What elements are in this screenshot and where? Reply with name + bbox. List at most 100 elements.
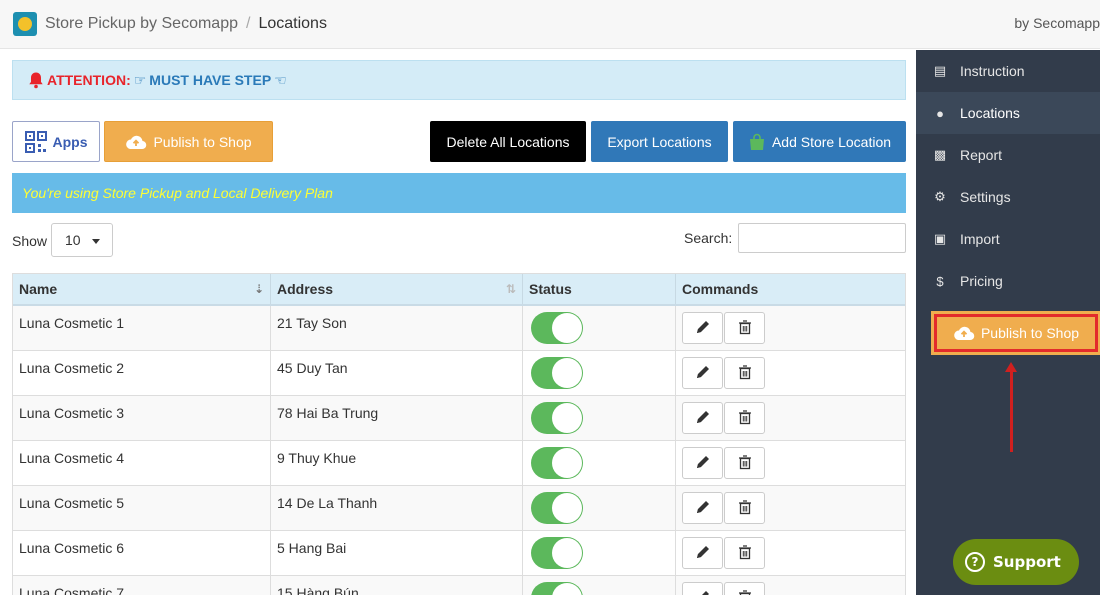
delete-button[interactable]	[724, 312, 765, 344]
sidebar-item-label: Report	[960, 147, 1003, 163]
pencil-icon	[695, 319, 711, 338]
location-name: Luna Cosmetic 4	[13, 441, 271, 485]
caret-down-icon	[92, 239, 100, 244]
publish-to-shop-button[interactable]: Publish to Shop	[104, 121, 273, 162]
column-header-commands: Commands	[682, 281, 759, 297]
column-header-status: Status	[523, 274, 676, 304]
show-label: Show	[12, 233, 48, 249]
status-toggle[interactable]	[531, 447, 583, 479]
sort-ascending-icon: ⇣	[253, 282, 264, 296]
developer-link[interactable]: by Secomapp	[1014, 15, 1100, 31]
sidebar-item-label: Locations	[960, 105, 1020, 121]
apps-button[interactable]: Apps	[12, 121, 100, 162]
edit-button[interactable]	[682, 492, 723, 524]
location-name: Luna Cosmetic 7	[13, 576, 271, 595]
status-cell	[523, 441, 676, 485]
delete-button[interactable]	[724, 447, 765, 479]
gear-icon: ⚙	[934, 189, 946, 204]
delete-button[interactable]	[724, 357, 765, 389]
pointing-right-icon: ☞	[133, 71, 147, 88]
page-size-value: 10	[65, 232, 81, 248]
sidebar: ▤ Instruction ● Locations ▩ Report ⚙ Settings ▣ I…	[916, 50, 1100, 595]
sidebar-publish-to-shop-button[interactable]: Publish to Shop	[931, 311, 1100, 355]
sidebar-item-instruction[interactable]: ▤ Instruction	[916, 50, 1100, 92]
locations-table: Name ⇣ Address ⇅ Status Commands Luna Co…	[12, 273, 906, 595]
support-button[interactable]: ? Support	[953, 539, 1079, 585]
trash-icon	[737, 589, 753, 595]
location-address: 5 Hang Bai	[271, 531, 523, 575]
commands-cell	[676, 396, 905, 440]
red-arrow-annotation	[1005, 362, 1017, 452]
delete-button[interactable]	[724, 537, 765, 569]
status-toggle[interactable]	[531, 357, 583, 389]
sidebar-item-report[interactable]: ▩ Report	[916, 134, 1100, 176]
location-address: 21 Tay Son	[271, 306, 523, 350]
sidebar-item-label: Pricing	[960, 273, 1003, 289]
breadcrumb-separator: /	[246, 15, 251, 32]
delete-button[interactable]	[724, 492, 765, 524]
table-row: Luna Cosmetic 5 14 De La Thanh	[13, 486, 905, 531]
status-toggle[interactable]	[531, 537, 583, 569]
status-toggle[interactable]	[531, 492, 583, 524]
trash-icon	[737, 364, 753, 383]
commands-cell	[676, 306, 905, 350]
folder-open-icon: ▣	[933, 231, 947, 246]
pencil-icon	[695, 364, 711, 383]
sidebar-item-locations[interactable]: ● Locations	[916, 92, 1100, 134]
location-name: Luna Cosmetic 2	[13, 351, 271, 395]
page-size-select[interactable]: 10	[51, 223, 113, 257]
location-address: 9 Thuy Khue	[271, 441, 523, 485]
sidebar-publish-label: Publish to Shop	[980, 325, 1080, 341]
support-label: Support	[993, 553, 1061, 571]
sidebar-item-settings[interactable]: ⚙ Settings	[916, 176, 1100, 218]
add-store-location-button[interactable]: Add Store Location	[733, 121, 906, 162]
trash-icon	[737, 409, 753, 428]
commands-cell	[676, 531, 905, 575]
edit-button[interactable]	[682, 537, 723, 569]
trash-icon	[737, 319, 753, 338]
location-address: 78 Hai Ba Trung	[271, 396, 523, 440]
status-toggle[interactable]	[531, 312, 583, 344]
sidebar-item-label: Settings	[960, 189, 1011, 205]
edit-button[interactable]	[682, 582, 723, 595]
export-locations-button[interactable]: Export Locations	[591, 121, 728, 162]
location-name: Luna Cosmetic 5	[13, 486, 271, 530]
attention-banner: ATTENTION: ☞ MUST HAVE STEP ☜	[12, 60, 906, 100]
bar-chart-icon: ▩	[933, 147, 947, 162]
table-row: Luna Cosmetic 2 45 Duy Tan	[13, 351, 905, 396]
delete-button[interactable]	[724, 582, 765, 595]
shopping-bag-icon	[749, 133, 764, 150]
commands-cell	[676, 441, 905, 485]
pointing-left-icon: ☜	[274, 71, 287, 88]
column-header-name[interactable]: Name ⇣	[13, 274, 271, 304]
qr-grid-icon	[24, 130, 47, 153]
map-marker-icon: ●	[936, 105, 944, 121]
location-address: 15 Hàng Bún	[271, 576, 523, 595]
table-row: Luna Cosmetic 3 78 Hai Ba Trung	[13, 396, 905, 441]
breadcrumb-page: Locations	[258, 15, 327, 32]
table-row: Luna Cosmetic 1 21 Tay Son	[13, 306, 905, 351]
pencil-icon	[695, 589, 711, 595]
delete-button[interactable]	[724, 402, 765, 434]
status-cell	[523, 531, 676, 575]
edit-button[interactable]	[682, 447, 723, 479]
top-bar: Store Pickup by Secomapp / Locations by …	[0, 0, 1100, 49]
edit-button[interactable]	[682, 402, 723, 434]
table-header: Name ⇣ Address ⇅ Status Commands	[13, 274, 905, 306]
attention-label: ATTENTION:	[47, 72, 131, 88]
add-location-label: Add Store Location	[771, 133, 892, 150]
edit-button[interactable]	[682, 312, 723, 344]
edit-button[interactable]	[682, 357, 723, 389]
main-content: ATTENTION: ☞ MUST HAVE STEP ☜ Apps Publi…	[12, 50, 906, 595]
delete-all-locations-button[interactable]: Delete All Locations	[430, 121, 586, 162]
search-input[interactable]	[738, 223, 906, 253]
pencil-icon	[695, 409, 711, 428]
location-name: Luna Cosmetic 6	[13, 531, 271, 575]
column-header-address[interactable]: Address ⇅	[271, 274, 523, 304]
sidebar-item-pricing[interactable]: $ Pricing	[916, 260, 1100, 302]
sidebar-item-import[interactable]: ▣ Import	[916, 218, 1100, 260]
breadcrumb-app[interactable]: Store Pickup by Secomapp	[45, 15, 238, 33]
status-toggle[interactable]	[531, 402, 583, 434]
status-toggle[interactable]	[531, 582, 583, 595]
commands-cell	[676, 351, 905, 395]
